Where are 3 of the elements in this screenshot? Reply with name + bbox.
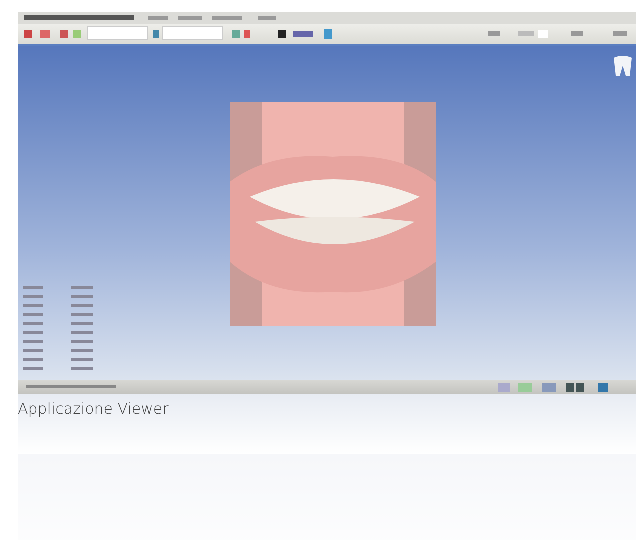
3d-viewport[interactable] <box>18 46 636 380</box>
tooth-icon[interactable] <box>612 54 634 78</box>
caption: Applicazione Viewer <box>18 400 169 418</box>
